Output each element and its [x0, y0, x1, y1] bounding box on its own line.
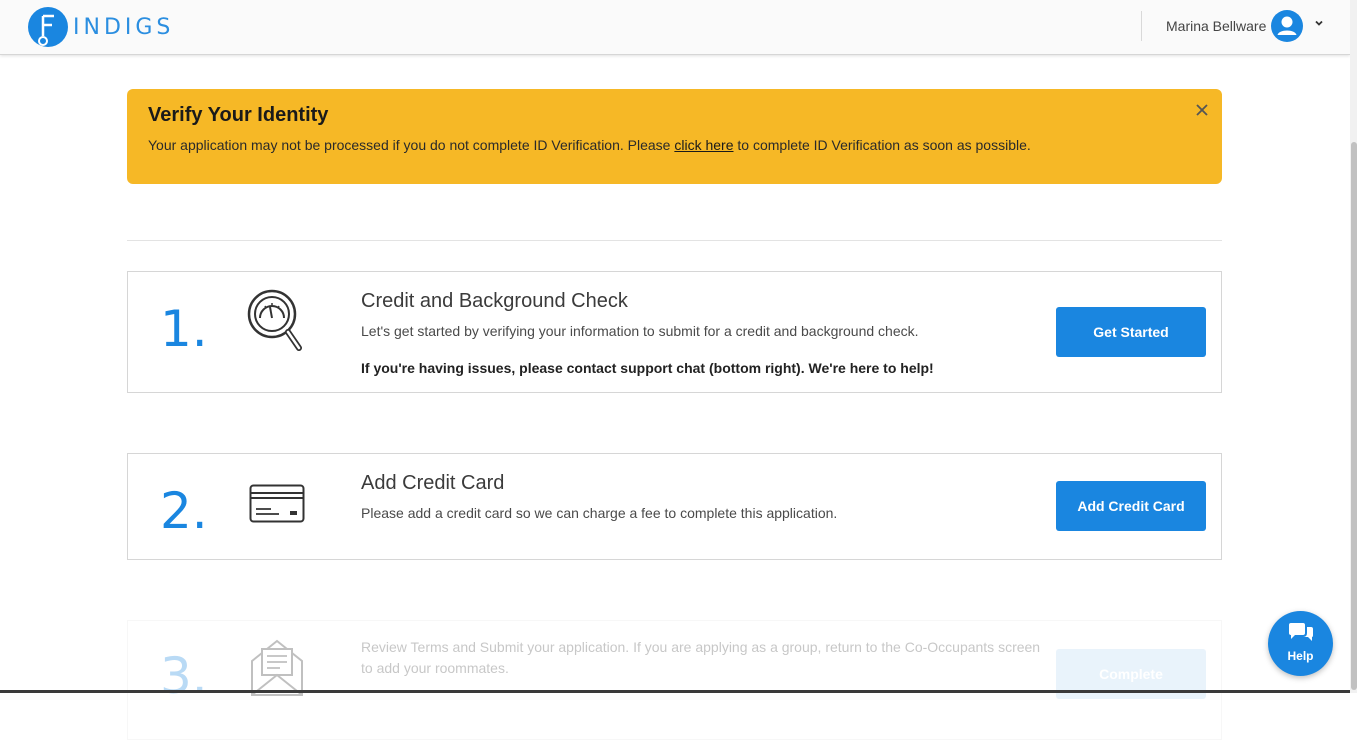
scrollbar-thumb[interactable] [1351, 142, 1357, 690]
step-title: Credit and Background Check [361, 290, 628, 312]
credit-card-icon [249, 484, 305, 523]
envelope-document-icon [251, 639, 303, 696]
help-label: Help [1287, 649, 1314, 663]
findigs-logo[interactable]: INDIGS [27, 5, 174, 49]
alert-title: Verify Your Identity [148, 104, 329, 126]
step-description: Review Terms and Submit your application… [361, 639, 1041, 676]
top-nav-bar: INDIGS Marina Bellware [0, 0, 1350, 55]
get-started-button[interactable]: Get Started [1056, 307, 1206, 357]
alert-message: Your application may not be processed if… [148, 137, 1031, 153]
step-number: 3. [160, 647, 208, 705]
step-description: Please add a credit card so we can charg… [361, 505, 838, 521]
help-chat-button[interactable]: Help [1268, 611, 1333, 676]
close-icon[interactable] [1195, 103, 1209, 117]
step-card-credit-card: 2. Add Credit Card Please add a credit c… [127, 453, 1222, 560]
findigs-logo-icon [28, 7, 68, 47]
step-card-credit-check: 1. Credit and Background Check Let's get… [127, 271, 1222, 393]
step-title: Add Credit Card [361, 472, 505, 494]
support-note: If you're having issues, please contact … [361, 360, 934, 376]
user-name[interactable]: Marina Bellware [1166, 18, 1266, 34]
alert-text-before: Your application may not be processed if… [148, 137, 675, 153]
step-description: Let's get started by verifying your info… [361, 323, 919, 339]
add-credit-card-button[interactable]: Add Credit Card [1056, 481, 1206, 531]
chevron-down-icon[interactable] [1313, 17, 1325, 29]
credit-check-magnifier-icon [247, 289, 302, 351]
id-verification-link[interactable]: click here [674, 137, 733, 153]
logo-text: INDIGS [73, 14, 175, 40]
verify-identity-alert: Verify Your Identity Your application ma… [127, 89, 1222, 184]
user-avatar-icon[interactable] [1271, 10, 1303, 42]
step-card-submit: 3. Review Terms and Submit your applicat… [127, 620, 1222, 740]
section-divider [127, 240, 1222, 241]
step-number: 1. [160, 300, 208, 358]
step-number: 2. [160, 482, 208, 540]
header-divider [1141, 11, 1142, 41]
chat-bubbles-icon [1289, 623, 1313, 641]
alert-text-after: to complete ID Verification as soon as p… [733, 137, 1031, 153]
